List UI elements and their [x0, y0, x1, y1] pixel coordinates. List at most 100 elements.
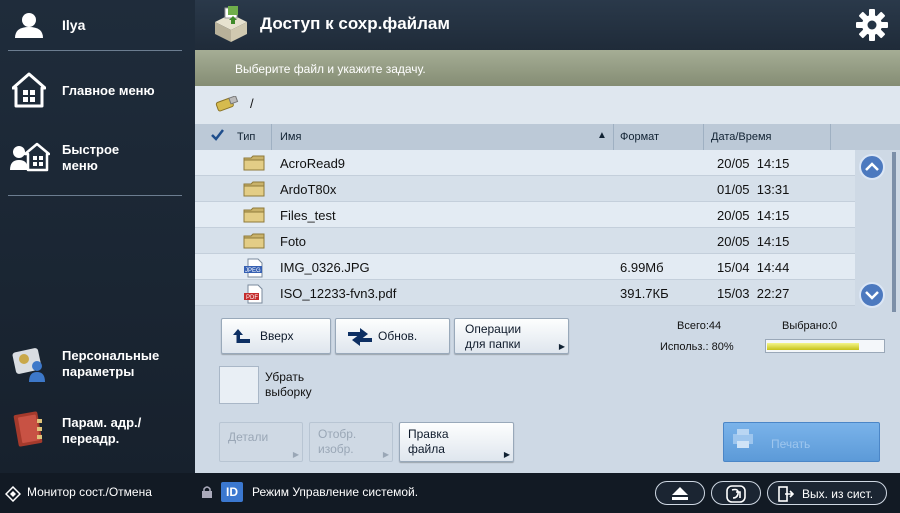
column-datetime[interactable]: Дата/Время	[711, 131, 772, 143]
header: Доступ к сохр.файлам	[195, 0, 900, 50]
scroll-down-button[interactable]	[859, 282, 885, 308]
instruction-bar: Выберите файл и укажите задачу.	[195, 50, 900, 86]
file-name: ISO_12233-fvn3.pdf	[280, 286, 397, 301]
main-menu-button[interactable]: Главное меню	[0, 68, 195, 114]
clear-selection-label[interactable]: Убрать выборку	[265, 370, 312, 400]
file-name: Foto	[280, 234, 307, 249]
printer-icon	[732, 428, 754, 453]
table-header: Тип Имя ▲ Формат Дата/Время	[195, 124, 900, 150]
status-bar: Монитор сост./Отмена ID Режим Управление…	[0, 473, 900, 513]
folder-icon	[243, 206, 265, 227]
chevron-down-icon	[865, 291, 879, 300]
jpeg-file-icon: JPEG	[243, 258, 265, 281]
column-name[interactable]: Имя	[280, 131, 301, 143]
assist-button[interactable]	[711, 481, 761, 505]
folder-operations-button[interactable]: Операции для папки ▶	[454, 318, 569, 354]
submenu-arrow-icon: ▶	[503, 450, 510, 459]
eject-button[interactable]	[655, 481, 705, 505]
submenu-arrow-icon: ▶	[292, 450, 299, 459]
folder-icon	[243, 180, 265, 201]
refresh-icon	[346, 327, 374, 350]
table-row[interactable]: Foto 20/05 14:15	[195, 228, 855, 254]
system-mode-text: Режим Управление системой.	[252, 485, 419, 499]
preview-button[interactable]: Отобр. изобр. ▶	[309, 422, 393, 462]
eject-icon	[672, 487, 688, 500]
table-row[interactable]: ArdoT80x 01/05 13:31	[195, 176, 855, 202]
usage-progress-fill	[767, 343, 860, 350]
pdf-file-icon: PDF	[243, 284, 265, 307]
svg-text:JPEG: JPEG	[245, 268, 261, 274]
table-row[interactable]: Files_test 20/05 14:15	[195, 202, 855, 228]
file-date: 15/03 22:27	[717, 286, 790, 301]
file-format: 391.7КБ	[620, 286, 669, 301]
svg-text:PDF: PDF	[246, 295, 258, 301]
assist-icon	[726, 485, 746, 503]
scrollbar[interactable]	[892, 152, 896, 312]
sidebar-divider	[8, 50, 182, 51]
address-book-icon	[12, 411, 46, 454]
arrow-up-icon	[232, 327, 252, 348]
logout-button[interactable]: Вых. из сист.	[767, 481, 887, 505]
sidebar: Ilya Главное меню Быстрое меню Персональ…	[0, 0, 195, 473]
logout-icon	[778, 486, 794, 502]
main-menu-label: Главное меню	[62, 83, 155, 98]
user-button[interactable]: Ilya	[0, 0, 195, 50]
personal-settings-button[interactable]: Персональные параметры	[0, 340, 195, 386]
submenu-arrow-icon: ▶	[558, 342, 565, 351]
table-row[interactable]: AcroRead9 20/05 14:15	[195, 150, 855, 176]
file-name: Files_test	[280, 208, 336, 223]
quick-menu-button[interactable]: Быстрое меню	[0, 136, 195, 182]
address-settings-button[interactable]: Парам. адр./переадр.	[0, 405, 195, 455]
lock-icon	[201, 485, 213, 502]
print-button[interactable]: Печать	[723, 422, 880, 462]
page-title: Доступ к сохр.файлам	[260, 14, 450, 33]
path-bar: /	[195, 86, 900, 124]
scroll-up-button[interactable]	[859, 154, 885, 180]
file-date: 15/04 14:44	[717, 260, 790, 275]
file-date: 20/05 14:15	[717, 156, 790, 171]
file-name: AcroRead9	[280, 156, 346, 171]
edit-file-button[interactable]: Правка файла ▶	[399, 422, 514, 462]
personal-settings-label: Персональные параметры	[62, 348, 160, 379]
checkmark-icon[interactable]	[211, 128, 224, 144]
file-list: AcroRead9 20/05 14:15 ArdoT80x 01/05 13:…	[195, 150, 900, 310]
column-format[interactable]: Формат	[620, 131, 659, 143]
usb-drive-icon	[215, 95, 241, 119]
up-button[interactable]: Вверх	[221, 318, 331, 354]
sort-ascending-icon[interactable]: ▲	[597, 130, 607, 141]
folder-icon	[243, 154, 265, 175]
selected-count: Выбрано:0	[782, 320, 838, 332]
table-row[interactable]: PDF ISO_12233-fvn3.pdf 391.7КБ 15/03 22:…	[195, 280, 855, 306]
stored-files-icon	[211, 6, 251, 49]
id-badge: ID	[221, 482, 243, 502]
file-date: 20/05 14:15	[717, 208, 790, 223]
refresh-button[interactable]: Обнов.	[335, 318, 450, 354]
user-name: Ilya	[62, 17, 86, 33]
clear-selection-checkbox[interactable]	[219, 366, 259, 404]
folder-icon	[243, 232, 265, 253]
home-icon	[11, 72, 47, 113]
usage-progress-bar	[765, 339, 885, 353]
details-button[interactable]: Детали ▶	[219, 422, 303, 462]
sidebar-divider	[8, 195, 182, 196]
file-name: ArdoT80x	[280, 182, 337, 197]
chevron-up-icon	[865, 162, 879, 171]
file-date: 01/05 13:31	[717, 182, 790, 197]
personal-settings-icon	[12, 348, 48, 387]
table-row[interactable]: JPEG IMG_0326.JPG 6.99Мб 15/04 14:44	[195, 254, 855, 280]
quick-home-icon	[10, 140, 51, 179]
total-count: Всего:44	[677, 320, 722, 332]
column-type[interactable]: Тип	[237, 131, 255, 143]
user-icon	[14, 12, 44, 43]
quick-menu-label: Быстрое меню	[62, 142, 120, 173]
status-monitor-button[interactable]: Монитор сост./Отмена	[27, 485, 152, 499]
address-settings-label: Парам. адр./переадр.	[62, 415, 142, 446]
file-format: 6.99Мб	[620, 260, 664, 275]
diamond-status-icon	[4, 485, 22, 505]
file-date: 20/05 14:15	[717, 234, 790, 249]
gear-icon[interactable]	[855, 8, 889, 47]
usage-label: Использ.: 80%	[660, 341, 734, 353]
submenu-arrow-icon: ▶	[382, 450, 389, 459]
file-browser: / Тип Имя ▲ Формат Дата/Время AcroRead9 …	[195, 86, 900, 473]
file-name: IMG_0326.JPG	[280, 260, 370, 275]
